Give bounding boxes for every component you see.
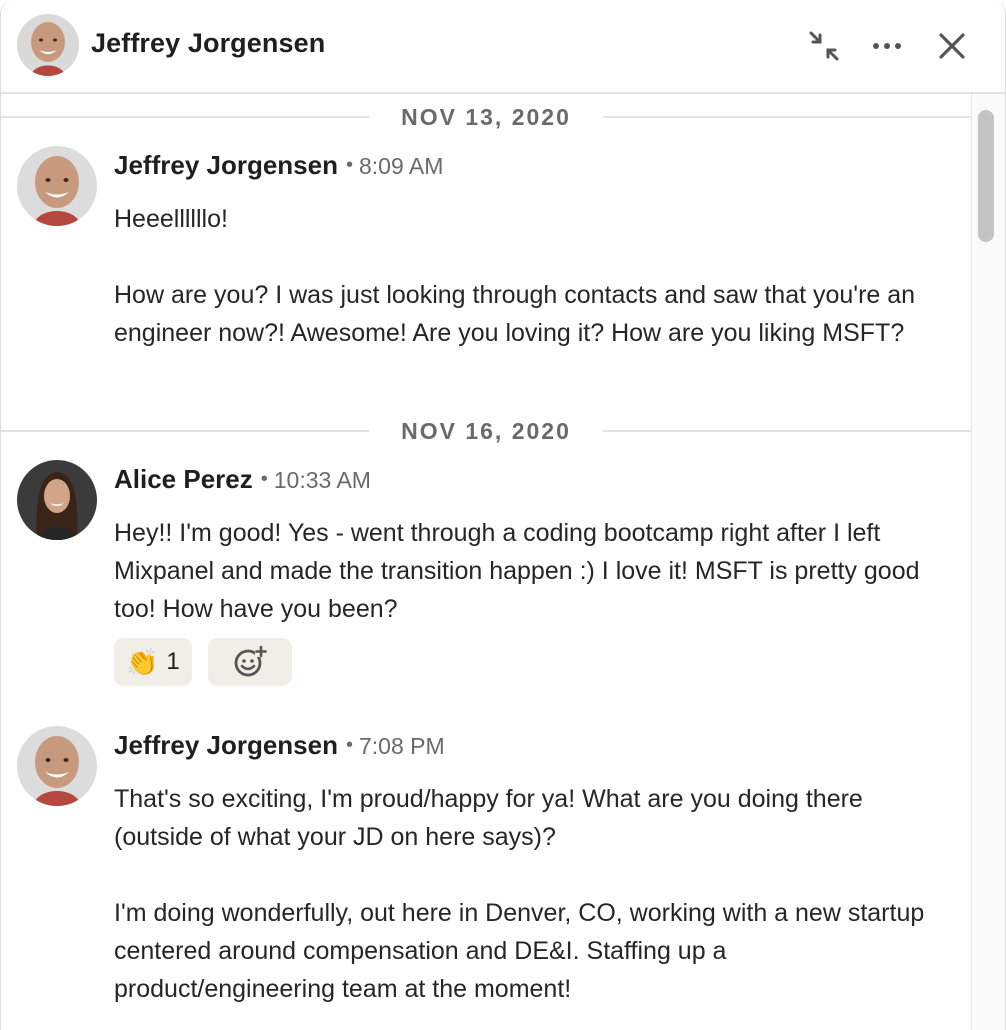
message-text: I'm doing wonderfully, out here in Denve…: [114, 899, 925, 1003]
avatar[interactable]: [17, 14, 79, 76]
date-separator: NOV 13, 2020: [1, 96, 971, 136]
sender-name[interactable]: Alice Perez: [114, 464, 253, 494]
separator-dot: •: [345, 154, 353, 176]
message-text: How are you? I was just looking through …: [114, 281, 916, 347]
add-reaction-icon: [234, 645, 267, 677]
messaging-window: Jeffrey Jorgensen NOV 13, 2020 Jeffrey J…: [0, 0, 1006, 1030]
message-meta: Alice Perez • 10:33 AM: [114, 464, 371, 495]
add-reaction-button[interactable]: [207, 638, 292, 686]
timestamp: 8:09 AM: [359, 153, 444, 179]
reaction-count: 1: [166, 648, 180, 675]
message-text: Heeellllllo!: [114, 205, 228, 233]
timestamp: 7:08 PM: [359, 733, 445, 759]
message-body: That's so exciting, I'm proud/happy for …: [114, 780, 944, 1008]
date-label: NOV 13, 2020: [401, 104, 571, 130]
timestamp: 10:33 AM: [273, 467, 371, 493]
more-options-button[interactable]: [865, 24, 909, 68]
avatar[interactable]: [17, 460, 97, 540]
scrollbar-thumb[interactable]: [978, 110, 994, 242]
avatar[interactable]: [17, 726, 97, 806]
date-label: NOV 16, 2020: [401, 418, 571, 444]
message-meta: Jeffrey Jorgensen • 8:09 AM: [114, 150, 443, 181]
more-icon: [873, 43, 901, 49]
message-body: Heeellllllo! How are you? I was just loo…: [114, 200, 944, 352]
clapping-hands-icon: 👏: [126, 647, 159, 677]
date-separator: NOV 16, 2020: [1, 410, 971, 450]
message-meta: Jeffrey Jorgensen • 7:08 PM: [114, 730, 445, 761]
minimize-icon: [809, 31, 839, 61]
separator-dot: •: [260, 468, 268, 490]
message-text: That's so exciting, I'm proud/happy for …: [114, 785, 863, 851]
avatar[interactable]: [17, 146, 97, 226]
close-icon: [939, 33, 965, 59]
sender-name[interactable]: Jeffrey Jorgensen: [114, 150, 338, 180]
message-list[interactable]: NOV 13, 2020 Jeffrey Jorgensen • 8:09 AM H…: [1, 94, 971, 1030]
reactions: 👏 1: [114, 638, 292, 686]
message-body: Hey!! I'm good! Yes - went through a cod…: [114, 514, 944, 628]
close-button[interactable]: [930, 24, 974, 68]
message-text: Hey!! I'm good! Yes - went through a cod…: [114, 519, 920, 623]
conversation-header: Jeffrey Jorgensen: [1, 0, 1005, 94]
minimize-button[interactable]: [802, 24, 846, 68]
clap-reaction-button[interactable]: 👏 1: [114, 638, 192, 686]
separator-dot: •: [345, 734, 353, 756]
conversation-title[interactable]: Jeffrey Jorgensen: [91, 28, 325, 59]
sender-name[interactable]: Jeffrey Jorgensen: [114, 730, 338, 760]
